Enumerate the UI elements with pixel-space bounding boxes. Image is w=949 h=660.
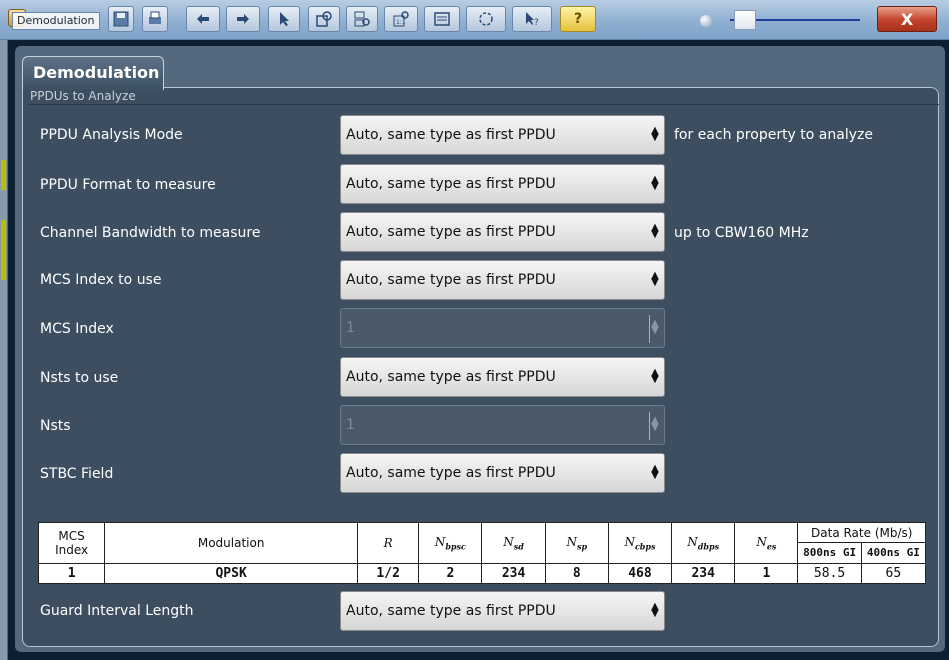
updown-arrow-icon: ▲ ▼: [651, 222, 659, 240]
updown-arrow-icon: ▲ ▼: [651, 463, 659, 481]
nsts-to-use-label: Nsts to use: [40, 370, 119, 386]
gi400-header: 400ns GI: [860, 542, 927, 564]
mcs-index-to-use-value: Auto, same type as first PPDU: [346, 272, 556, 288]
guard-interval-value: Auto, same type as first PPDU: [346, 603, 556, 619]
mcs-index-value: 1: [346, 320, 355, 336]
modulation-header: Modulation: [104, 522, 359, 564]
cell-ndbps: 234: [671, 562, 736, 585]
nbpsc-header: Nbpsc: [418, 522, 483, 564]
guard-interval-label: Guard Interval Length: [40, 603, 194, 619]
nsd-header: Nsd: [481, 522, 546, 564]
redo-icon[interactable]: [226, 6, 260, 32]
nsts-field: 1 ▲ ▼: [340, 405, 665, 445]
cell-modulation: QPSK: [104, 562, 359, 585]
help-pointer-icon[interactable]: ?: [512, 6, 552, 32]
nsts-to-use-value: Auto, same type as first PPDU: [346, 369, 556, 385]
ppdu-format-value: Auto, same type as first PPDU: [346, 176, 556, 192]
ppdu-format-label: PPDU Format to measure: [40, 177, 216, 193]
group-title: PPDUs to Analyze: [30, 89, 136, 103]
pointer-icon[interactable]: [268, 6, 300, 32]
nsts-value: 1: [346, 417, 355, 433]
updown-arrow-icon: ▲ ▼: [651, 270, 659, 288]
ncbps-header: Ncbps: [607, 522, 673, 564]
status-indicator-icon: [700, 15, 712, 27]
help-icon[interactable]: ?: [560, 6, 596, 32]
stbc-field-label: STBC Field: [40, 466, 114, 482]
zoom-off-icon[interactable]: 1:1: [384, 6, 418, 32]
guard-interval-select[interactable]: Auto, same type as first PPDU ▲ ▼: [340, 591, 665, 631]
cell-r: 1/2: [357, 562, 420, 585]
mcs-index-to-use-select[interactable]: Auto, same type as first PPDU ▲ ▼: [340, 260, 665, 300]
ppdu-analysis-mode-label: PPDU Analysis Mode: [40, 127, 183, 143]
updown-arrow-icon: ▲ ▼: [651, 174, 659, 192]
print-icon[interactable]: [142, 6, 168, 32]
cell-nsp: 8: [544, 562, 609, 585]
gi800-header: 800ns GI: [797, 542, 862, 564]
zoom-icon[interactable]: [308, 6, 340, 32]
cell-rate-400: 65: [860, 562, 927, 585]
analysis-mode-note: for each property to analyze: [674, 127, 873, 143]
undo-icon[interactable]: [186, 6, 220, 32]
table-row: 1 QPSK 1/2 2 234 8 468 234 1 58.5 65: [37, 562, 927, 585]
data-rate-header: Data Rate (Mb/s): [797, 521, 926, 544]
display-icon[interactable]: [424, 6, 460, 32]
window-title: Demodulation: [12, 12, 100, 30]
network-icon[interactable]: [466, 6, 506, 32]
updown-arrow-icon: ▲ ▼: [651, 367, 659, 385]
tab-demodulation[interactable]: Demodulation: [22, 56, 164, 90]
svg-text:1:1: 1:1: [396, 19, 406, 26]
cell-nsd: 234: [481, 562, 546, 585]
bandwidth-note: up to CBW160 MHz: [674, 225, 809, 241]
cell-nbpsc: 2: [418, 562, 483, 585]
stbc-field-select[interactable]: Auto, same type as first PPDU ▲ ▼: [340, 453, 665, 493]
mcs-index-header: MCS Index: [37, 522, 106, 564]
channel-bandwidth-label: Channel Bandwidth to measure: [40, 225, 261, 241]
stbc-field-value: Auto, same type as first PPDU: [346, 465, 556, 481]
ppdu-format-select[interactable]: Auto, same type as first PPDU ▲ ▼: [340, 164, 665, 204]
nsts-label: Nsts: [40, 418, 71, 434]
ppdu-analysis-mode-select[interactable]: Auto, same type as first PPDU ▲ ▼: [340, 115, 665, 155]
ndbps-header: Ndbps: [671, 522, 736, 564]
cell-ncbps: 468: [607, 562, 673, 585]
transparency-slider-thumb[interactable]: [734, 10, 756, 30]
background-strip: [0, 40, 7, 660]
cell-mcs-index: 1: [37, 562, 106, 585]
mcs-rate-table: MCS Index Modulation R Nbpsc Nsd Nsp Ncbp…: [37, 521, 927, 585]
updown-arrow-icon: ▲ ▼: [651, 601, 659, 619]
cell-nes: 1: [734, 562, 799, 585]
nsp-header: Nsp: [544, 522, 609, 564]
updown-arrow-icon: ▲ ▼: [651, 125, 659, 143]
r-header: R: [357, 522, 420, 564]
mcs-index-label: MCS Index: [40, 321, 114, 337]
nes-header: Nes: [734, 522, 799, 564]
nsts-to-use-select[interactable]: Auto, same type as first PPDU ▲ ▼: [340, 357, 665, 397]
svg-text:?: ?: [534, 18, 539, 28]
cell-rate-800: 58.5: [797, 562, 862, 585]
ppdu-analysis-mode-value: Auto, same type as first PPDU: [346, 127, 556, 143]
channel-bandwidth-value: Auto, same type as first PPDU: [346, 224, 556, 240]
title-bar: Demodulation 1:1 ? ? X: [0, 0, 949, 40]
updown-arrow-icon: ▲ ▼: [651, 415, 659, 433]
multi-zoom-icon[interactable]: [346, 6, 378, 32]
close-button[interactable]: X: [877, 6, 937, 32]
channel-bandwidth-select[interactable]: Auto, same type as first PPDU ▲ ▼: [340, 212, 665, 252]
mcs-index-to-use-label: MCS Index to use: [40, 272, 162, 288]
save-icon[interactable]: [108, 6, 134, 32]
updown-arrow-icon: ▲ ▼: [651, 318, 659, 336]
mcs-index-field: 1 ▲ ▼: [340, 308, 665, 348]
